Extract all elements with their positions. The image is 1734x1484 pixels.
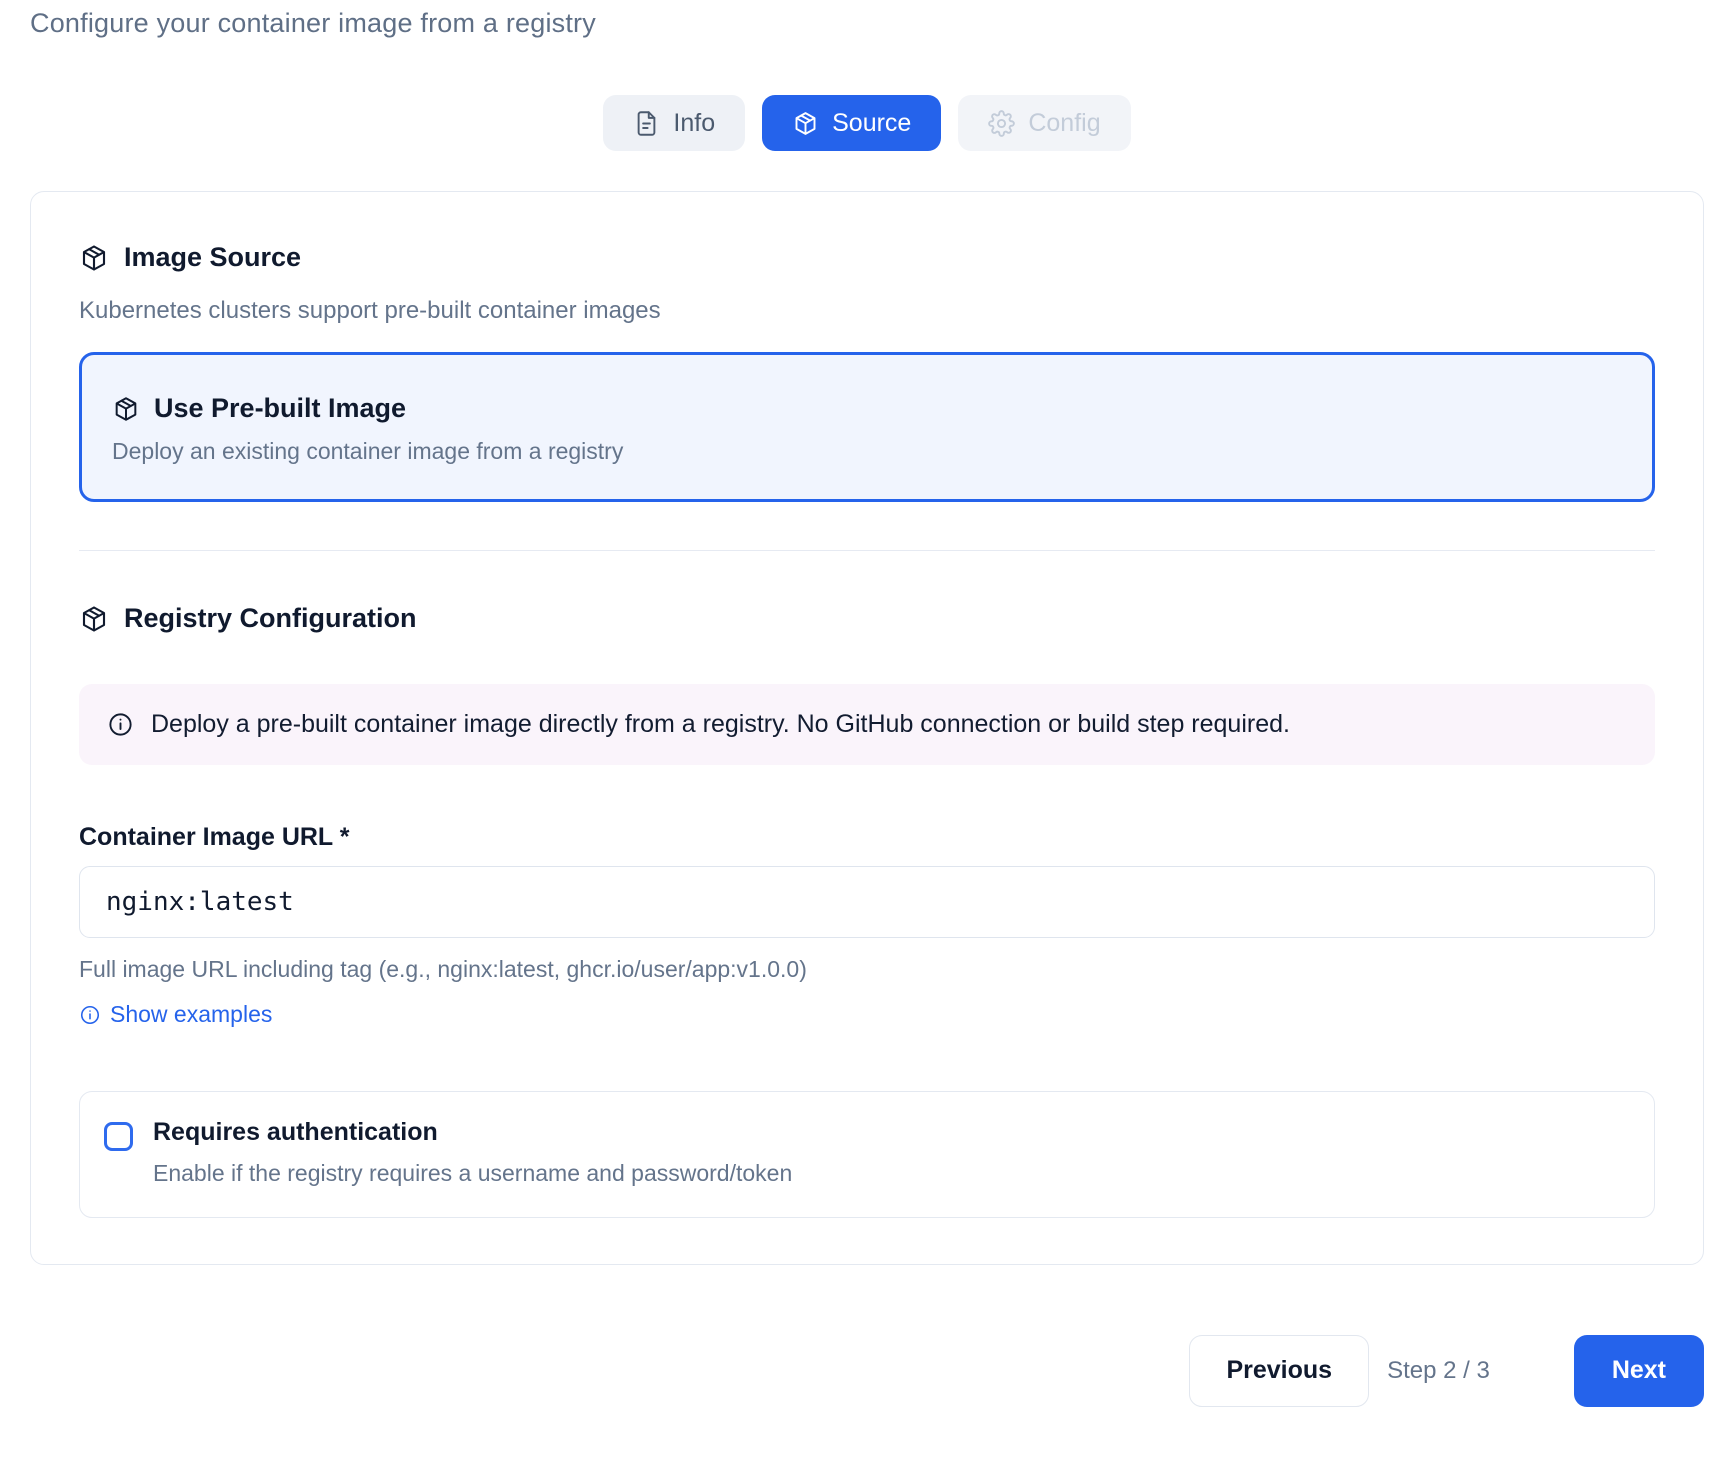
registry-config-heading-label: Registry Configuration: [124, 603, 417, 634]
tab-info[interactable]: Info: [603, 95, 745, 151]
tab-config-label: Config: [1028, 109, 1100, 138]
file-text-icon: [633, 110, 660, 137]
tab-source-label: Source: [832, 109, 911, 138]
source-step-card: Image Source Kubernetes clusters support…: [30, 191, 1704, 1265]
container-image-url-label: Container Image URL *: [79, 823, 1655, 852]
package-icon: [79, 243, 109, 273]
tab-source[interactable]: Source: [762, 95, 941, 151]
wizard-page: Configure your container image from a re…: [0, 0, 1734, 1407]
option-title-label: Use Pre-built Image: [154, 393, 406, 424]
tab-info-label: Info: [673, 109, 715, 138]
tab-config[interactable]: Config: [958, 95, 1130, 151]
info-icon: [107, 711, 134, 738]
image-source-heading: Image Source: [79, 242, 1655, 273]
requires-auth-label[interactable]: Requires authentication: [153, 1118, 792, 1147]
step-indicator: Step 2 / 3: [1387, 1357, 1490, 1385]
info-icon: [79, 1004, 101, 1026]
wizard-tabbar: Info Source Config: [30, 95, 1704, 151]
section-divider: [79, 550, 1655, 551]
image-source-subtitle: Kubernetes clusters support pre-built co…: [79, 297, 1655, 325]
show-examples-link[interactable]: Show examples: [79, 1001, 272, 1028]
wizard-footer: Previous Step 2 / 3 Next: [30, 1335, 1704, 1407]
requires-auth-card: Requires authentication Enable if the re…: [79, 1091, 1655, 1218]
next-button[interactable]: Next: [1574, 1335, 1704, 1407]
requires-auth-description: Enable if the registry requires a userna…: [153, 1160, 792, 1187]
page-title: Configure your container image from a re…: [30, 0, 1704, 39]
image-source-heading-label: Image Source: [124, 242, 301, 273]
option-title-row: Use Pre-built Image: [112, 393, 1622, 424]
package-icon: [79, 604, 109, 634]
package-icon: [792, 110, 819, 137]
option-description: Deploy an existing container image from …: [112, 438, 1622, 465]
registry-info-banner-text: Deploy a pre-built container image direc…: [151, 710, 1290, 739]
requires-auth-checkbox[interactable]: [104, 1122, 133, 1151]
option-use-prebuilt-image[interactable]: Use Pre-built Image Deploy an existing c…: [79, 352, 1655, 502]
gear-icon: [988, 110, 1015, 137]
registry-info-banner: Deploy a pre-built container image direc…: [79, 684, 1655, 765]
show-examples-label: Show examples: [110, 1001, 272, 1028]
package-icon: [112, 395, 140, 423]
previous-button[interactable]: Previous: [1189, 1335, 1369, 1407]
container-image-url-helper: Full image URL including tag (e.g., ngin…: [79, 956, 1655, 983]
requires-auth-text: Requires authentication Enable if the re…: [153, 1118, 792, 1187]
registry-config-heading: Registry Configuration: [79, 603, 1655, 634]
container-image-url-input[interactable]: [79, 866, 1655, 938]
